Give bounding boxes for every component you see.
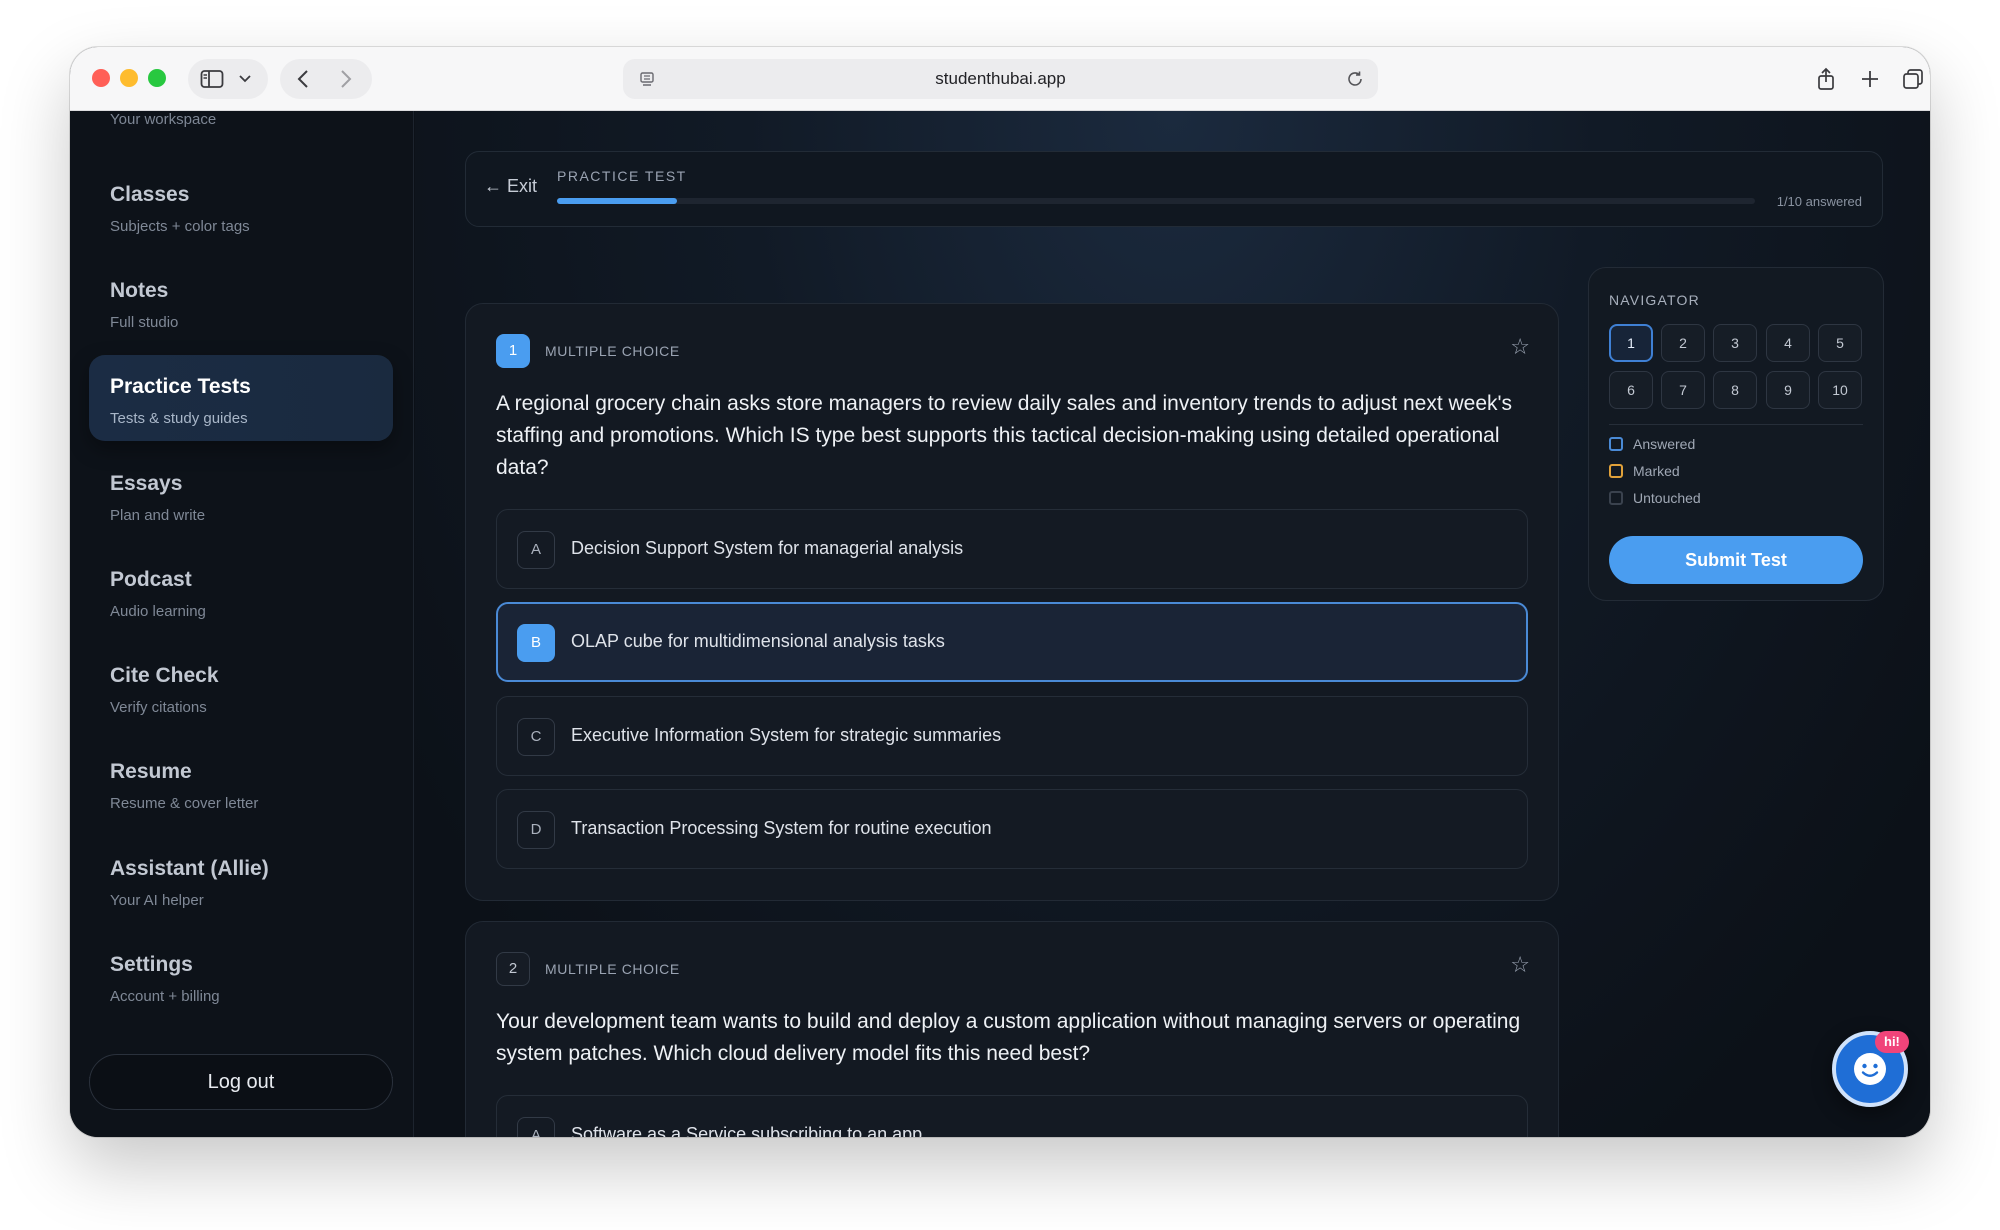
test-header: ← Exit PRACTICE TEST 1/10 answered: [465, 151, 1883, 227]
chevron-down-icon[interactable]: [228, 59, 262, 99]
sidebar-item-subtitle: Audio learning: [110, 603, 206, 620]
answer-option-a[interactable]: A Software as a Service subscribing to a…: [496, 1095, 1528, 1137]
option-letter: B: [517, 624, 555, 662]
tab-overview-icon[interactable]: [1893, 59, 1930, 99]
option-text: Software as a Service subscribing to an …: [571, 1124, 923, 1137]
option-text: Transaction Processing System for routin…: [571, 818, 992, 838]
sidebar-item-title: Resume: [110, 760, 192, 783]
workspace-subtitle: Your workspace: [110, 111, 217, 128]
question-number: 1: [496, 334, 530, 368]
sidebar-item-subtitle: Resume & cover letter: [110, 795, 259, 812]
exit-button[interactable]: ← Exit: [484, 176, 537, 197]
zoom-window-button[interactable]: [148, 69, 166, 87]
browser-window: studenthubai.app Your workspace Classes …: [70, 47, 1930, 1137]
logout-button[interactable]: Log out: [89, 1054, 393, 1110]
sidebar-item-title: Practice Tests: [110, 375, 251, 398]
star-icon[interactable]: ☆: [1510, 334, 1530, 360]
navigator-cell[interactable]: 8: [1713, 371, 1757, 409]
legend-swatch: [1609, 437, 1623, 451]
sidebar-item-classes[interactable]: Classes Subjects + color tags: [89, 163, 393, 249]
sidebar: Your workspace Classes Subjects + color …: [70, 111, 414, 1137]
sidebar-item-title: Assistant (Allie): [110, 857, 269, 880]
navigator-cell[interactable]: 7: [1661, 371, 1705, 409]
sidebar-item-title: Essays: [110, 472, 183, 495]
back-arrow-icon[interactable]: [283, 59, 323, 99]
star-icon[interactable]: ☆: [1510, 952, 1530, 978]
answer-option-b[interactable]: B OLAP cube for multidimensional analysi…: [496, 602, 1528, 682]
legend-swatch: [1609, 491, 1623, 505]
close-window-button[interactable]: [92, 69, 110, 87]
question-number: 2: [496, 952, 530, 986]
question-type: MULTIPLE CHOICE: [545, 343, 680, 359]
sidebar-item-title: Cite Check: [110, 664, 219, 687]
question-text: A regional grocery chain asks store mana…: [496, 392, 1513, 479]
address-bar[interactable]: studenthubai.app: [623, 59, 1378, 99]
sidebar-item-title: Podcast: [110, 568, 192, 591]
option-letter: D: [517, 811, 555, 849]
sidebar-item-title: Settings: [110, 953, 193, 976]
sidebar-item-practice-tests[interactable]: Practice Tests Tests & study guides: [89, 355, 393, 441]
url-text: studenthubai.app: [935, 69, 1066, 88]
sidebar-item-subtitle: Tests & study guides: [110, 410, 248, 427]
answer-option-a[interactable]: A Decision Support System for managerial…: [496, 509, 1528, 589]
answered-count: 1/10 answered: [1776, 194, 1862, 209]
navigator-cell[interactable]: 3: [1713, 324, 1757, 362]
legend-label: Answered: [1633, 436, 1696, 452]
reload-icon[interactable]: [1335, 59, 1375, 99]
sidebar-toggle-icon[interactable]: [192, 59, 232, 99]
progress-bar: [557, 198, 1755, 204]
sidebar-item-subtitle: Plan and write: [110, 507, 206, 524]
share-icon[interactable]: [1806, 59, 1846, 99]
navigator-cell[interactable]: 10: [1818, 371, 1862, 409]
sidebar-item-subtitle: Your AI helper: [110, 892, 204, 909]
sidebar-item-notes[interactable]: Notes Full studio: [89, 259, 393, 345]
option-text: Executive Information System for strateg…: [571, 725, 1002, 745]
sidebar-item-subtitle: Subjects + color tags: [110, 218, 250, 235]
sidebar-item-subtitle: Account + billing: [110, 988, 220, 1005]
legend-swatch: [1609, 464, 1623, 478]
question-type: MULTIPLE CHOICE: [545, 961, 680, 977]
submit-test-button[interactable]: Submit Test: [1609, 536, 1863, 584]
chat-greeting-badge: hi!: [1875, 1031, 1909, 1053]
question-navigator: NAVIGATOR 1 2 3 4 5 6 7 8 9 10 Answered …: [1588, 267, 1884, 601]
sidebar-item-cite-check[interactable]: Cite Check Verify citations: [89, 644, 393, 730]
question-card: 2 MULTIPLE CHOICE ☆ Your development tea…: [465, 921, 1559, 1137]
navigator-cell[interactable]: 9: [1766, 371, 1810, 409]
question-text: Your development team wants to build and…: [496, 1010, 1521, 1065]
progress-fill: [557, 198, 677, 204]
sidebar-item-assistant[interactable]: Assistant (Allie) Your AI helper: [89, 837, 393, 923]
minimize-window-button[interactable]: [120, 69, 138, 87]
browser-toolbar: studenthubai.app: [70, 47, 1930, 111]
sidebar-item-subtitle: Full studio: [110, 314, 179, 331]
navigator-cell[interactable]: 2: [1661, 324, 1705, 362]
main-content: ← Exit PRACTICE TEST 1/10 answered 1 MUL…: [415, 111, 1930, 1137]
navigator-cell[interactable]: 1: [1609, 324, 1653, 362]
new-tab-icon[interactable]: [1850, 59, 1890, 99]
navigator-cell[interactable]: 4: [1766, 324, 1810, 362]
legend-label: Untouched: [1633, 490, 1701, 506]
sidebar-item-subtitle: Verify citations: [110, 699, 207, 716]
option-text: OLAP cube for multidimensional analysis …: [571, 631, 945, 651]
navigator-cell[interactable]: 5: [1818, 324, 1862, 362]
option-letter: A: [517, 531, 555, 569]
sidebar-item-settings[interactable]: Settings Account + billing: [89, 933, 393, 1019]
option-letter: C: [517, 718, 555, 756]
navigator-title: NAVIGATOR: [1609, 292, 1700, 308]
answer-option-d[interactable]: D Transaction Processing System for rout…: [496, 789, 1528, 869]
sidebar-item-title: Classes: [110, 183, 190, 206]
legend-label: Marked: [1633, 463, 1680, 479]
sidebar-item-podcast[interactable]: Podcast Audio learning: [89, 548, 393, 634]
option-text: Decision Support System for managerial a…: [571, 538, 964, 558]
answer-option-c[interactable]: C Executive Information System for strat…: [496, 696, 1528, 776]
option-letter: A: [517, 1117, 555, 1137]
navigator-cell[interactable]: 6: [1609, 371, 1653, 409]
page-title: PRACTICE TEST: [557, 168, 687, 184]
sidebar-item-essays[interactable]: Essays Plan and write: [89, 452, 393, 538]
forward-arrow-icon[interactable]: [326, 59, 366, 99]
navigator-divider: [1609, 424, 1863, 425]
sidebar-item-title: Notes: [110, 279, 169, 302]
question-card: 1 MULTIPLE CHOICE ☆ A regional grocery c…: [465, 303, 1559, 901]
sidebar-item-resume[interactable]: Resume Resume & cover letter: [89, 740, 393, 826]
